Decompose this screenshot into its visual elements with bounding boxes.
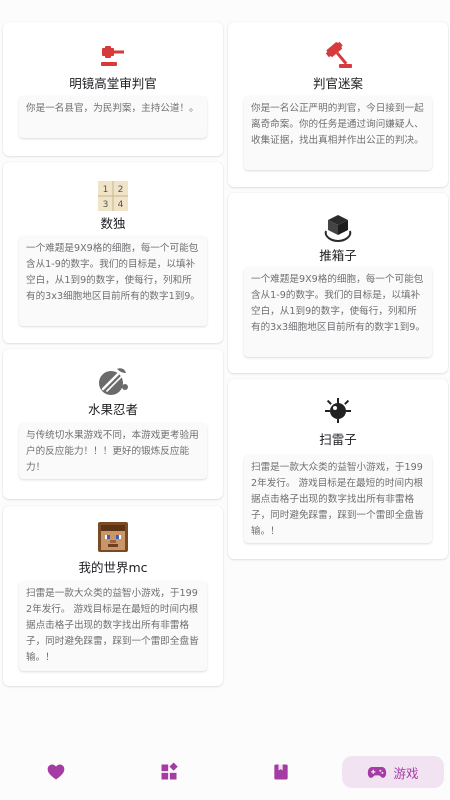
- svg-text:3: 3: [103, 200, 109, 210]
- card-title: 水果忍者: [87, 402, 138, 417]
- card-title: 判官迷案: [312, 76, 363, 91]
- box-push-icon: [322, 211, 354, 243]
- nav-tab-games[interactable]: 游戏: [342, 756, 444, 788]
- card-title: 数独: [100, 216, 126, 231]
- nav-tab-favorites[interactable]: [38, 756, 74, 788]
- nav-tab-apps[interactable]: [151, 756, 187, 788]
- bottom-navigation: 游戏: [0, 750, 450, 794]
- card-description: 与传统切水果游戏不同，本游戏更考验用户的反应能力！！！更好的锻炼反应能力！: [19, 423, 207, 479]
- nav-tab-book[interactable]: [263, 756, 299, 788]
- sudoku-grid-icon: 1 2 3 4: [97, 180, 129, 212]
- card-title: 我的世界mc: [78, 560, 148, 575]
- card-title: 明镜高堂审判官: [69, 76, 157, 91]
- svg-text:4: 4: [118, 200, 124, 210]
- card-description: 扫雷是一款大众类的益智小游戏，于1992年发行。 游戏目标是在最短的时间内根据点…: [19, 581, 207, 671]
- svg-text:1: 1: [103, 185, 109, 195]
- game-card-judge[interactable]: 明镜高堂审判官 你是一名县官，为民判案，主持公道！。: [3, 22, 223, 156]
- gavel-icon: [97, 40, 129, 72]
- game-grid: 明镜高堂审判官 你是一名县官，为民判案，主持公道！。 1 2 3 4 数独 一个…: [0, 0, 450, 740]
- game-card-minesweeper[interactable]: 扫雷子 扫雷是一款大众类的益智小游戏，于1992年发行。 游戏目标是在最短的时间…: [228, 379, 448, 559]
- game-card-fruit-ninja[interactable]: 水果忍者 与传统切水果游戏不同，本游戏更考验用户的反应能力！！！更好的锻炼反应能…: [3, 349, 223, 499]
- heart-icon: [47, 764, 65, 780]
- card-title: 扫雷子: [319, 432, 357, 447]
- card-description: 一个难题是9X9格的细胞，每一个可能包含从1-9的数字。我们的目标是，以填补空白…: [244, 267, 432, 357]
- card-title: 推箱子: [319, 248, 357, 263]
- mine-icon: [322, 394, 354, 426]
- card-description: 你是一名县官，为民判案，主持公道！。: [19, 96, 207, 138]
- fruit-slice-icon: [97, 365, 129, 397]
- game-card-sudoku[interactable]: 1 2 3 4 数独 一个难题是9X9格的细胞，每一个可能包含从1-9的数字。我…: [3, 162, 223, 343]
- game-card-sokoban[interactable]: 推箱子 一个难题是9X9格的细胞，每一个可能包含从1-9的数字。我们的目标是，以…: [228, 193, 448, 373]
- game-card-judge-mystery[interactable]: 判官迷案 你是一名公正严明的判官，今日接到一起离奇命案。你的任务是通过询问嫌疑人…: [228, 22, 448, 187]
- judge-hammer-icon: [322, 38, 354, 70]
- nav-tab-games-label: 游戏: [393, 765, 419, 781]
- card-description: 一个难题是9X9格的细胞，每一个可能包含从1-9的数字。我们的目标是，以填补空白…: [19, 236, 207, 326]
- gamepad-icon: [368, 767, 387, 778]
- svg-text:2: 2: [118, 185, 124, 195]
- card-description: 扫雷是一款大众类的益智小游戏，于1992年发行。 游戏目标是在最短的时间内根据点…: [244, 455, 432, 543]
- card-description: 你是一名公正严明的判官，今日接到一起离奇命案。你的任务是通过询问嫌疑人、收集证据…: [244, 96, 432, 170]
- game-card-minecraft[interactable]: 我的世界mc 扫雷是一款大众类的益智小游戏，于1992年发行。 游戏目标是在最短…: [3, 506, 223, 686]
- steve-face-icon: [97, 521, 129, 553]
- widgets-icon: [161, 762, 178, 780]
- book-icon: [274, 764, 288, 780]
